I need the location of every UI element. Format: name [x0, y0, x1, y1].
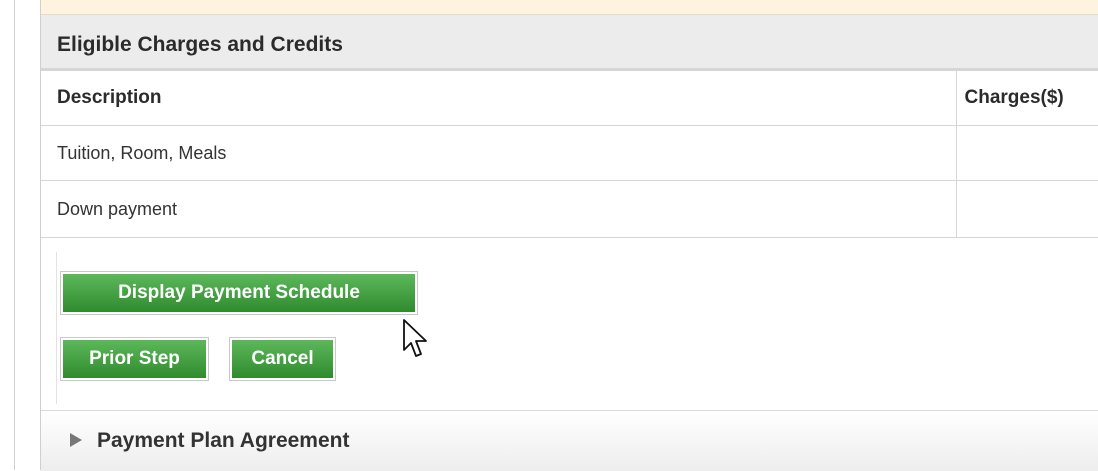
payment-plan-agreement-toggle[interactable]: Payment Plan Agreement [41, 410, 1098, 471]
display-payment-schedule-button[interactable]: Display Payment Schedule [60, 271, 418, 315]
row-charges [955, 125, 1098, 181]
cancel-button[interactable]: Cancel [229, 337, 336, 381]
row-description: Down payment [41, 180, 956, 238]
table-row: Tuition, Room, Meals [41, 125, 1098, 181]
mouse-cursor-icon [403, 319, 427, 357]
footer-title: Payment Plan Agreement [97, 429, 350, 452]
table-row: Down payment [41, 180, 1098, 238]
section-title: Eligible Charges and Credits [57, 33, 343, 56]
column-header-description: Description [41, 71, 956, 126]
page-left-border [14, 0, 15, 470]
payment-panel: Eligible Charges and Credits Description… [40, 0, 1098, 471]
content-divider [56, 252, 57, 404]
row-description: Tuition, Room, Meals [41, 125, 956, 181]
table-header-row: Description Charges($) [41, 71, 1098, 126]
prior-step-button[interactable]: Prior Step [60, 337, 209, 381]
row-charges [955, 180, 1098, 238]
triangle-right-icon [70, 433, 82, 447]
section-header: Eligible Charges and Credits [41, 15, 1098, 71]
column-header-charges: Charges($) [955, 71, 1098, 126]
notice-strip [41, 0, 1098, 15]
charges-table: Description Charges($) Tuition, Room, Me… [41, 71, 1098, 238]
